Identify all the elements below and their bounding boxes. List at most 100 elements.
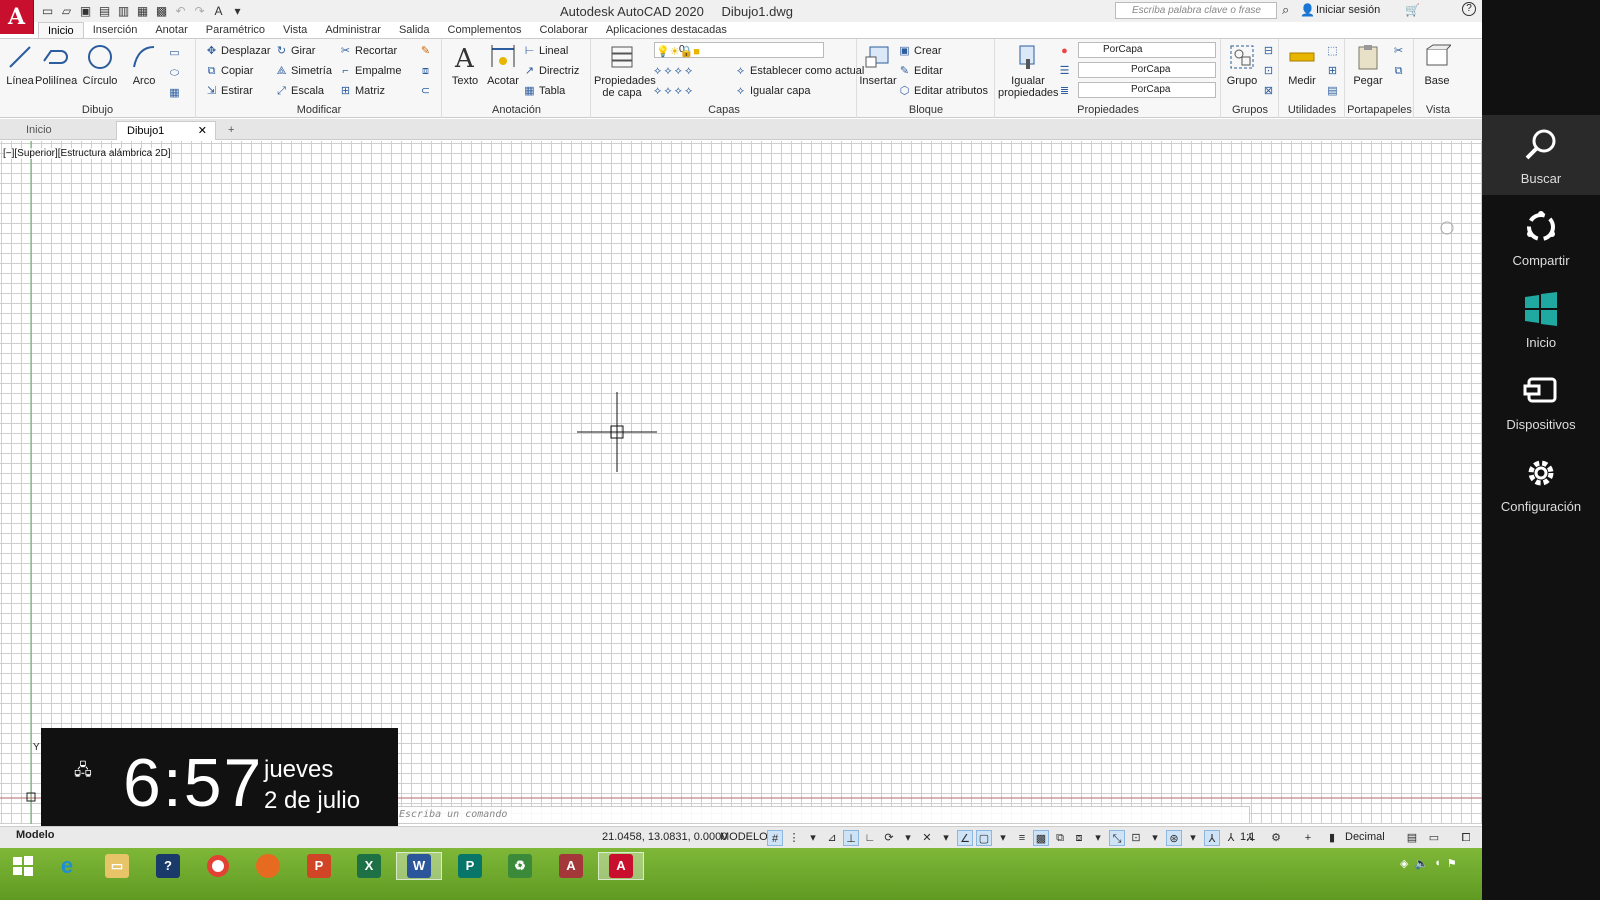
rectangle-tool[interactable]: ▭: [168, 45, 181, 61]
match-properties-button[interactable]: Igualarpropiedades: [998, 43, 1058, 99]
tab-anotar[interactable]: Anotar: [146, 22, 196, 39]
login-button[interactable]: Iniciar sesión: [1316, 4, 1380, 16]
line-button[interactable]: Línea: [0, 43, 40, 87]
arc-button[interactable]: Arco: [124, 43, 164, 87]
taskbar-excel[interactable]: X: [346, 852, 392, 880]
new-file-icon[interactable]: ▭: [40, 4, 55, 19]
dropdown-icon-2[interactable]: ▾: [900, 830, 916, 846]
dropdown-icon-4[interactable]: ▾: [995, 830, 1011, 846]
ortho-mode-icon[interactable]: ∟: [862, 830, 878, 846]
dynamic-input-icon[interactable]: ⊥: [843, 830, 859, 846]
taskbar-ie[interactable]: e: [44, 852, 90, 880]
web-mobile-save-icon[interactable]: ▦: [135, 4, 150, 19]
start-button[interactable]: [0, 852, 46, 880]
plot-icon[interactable]: ▩: [154, 4, 169, 19]
group-select-icon[interactable]: ⊠: [1262, 83, 1275, 99]
open-file-icon[interactable]: ▱: [59, 4, 74, 19]
volume-icon[interactable]: ◖: [1434, 857, 1441, 870]
save-as-icon[interactable]: ▤: [97, 4, 112, 19]
move-button[interactable]: ✥Desplazar: [205, 43, 271, 59]
taskbar-autocad[interactable]: A: [598, 852, 644, 880]
taskbar-access[interactable]: A: [548, 852, 594, 880]
layer-tools-row1[interactable]: ⟡ ⟡ ⟡ ⟡: [654, 63, 692, 79]
charm-inicio[interactable]: Inicio: [1482, 279, 1600, 359]
object-snap-icon[interactable]: ▢: [976, 830, 992, 846]
taskbar-word[interactable]: W: [396, 852, 442, 880]
taskbar-powerpoint[interactable]: P: [296, 852, 342, 880]
command-line-input[interactable]: Escriba un comando: [380, 806, 1250, 824]
tab-complementos[interactable]: Complementos: [439, 22, 531, 39]
cut-icon[interactable]: ✂: [1392, 43, 1405, 59]
edit-block-button[interactable]: ✎Editar: [898, 63, 943, 79]
panel-title-anotacion[interactable]: Anotación: [443, 104, 590, 116]
dropdown-icon-5[interactable]: ▾: [1090, 830, 1106, 846]
dropdown-icon-3[interactable]: ▾: [938, 830, 954, 846]
dropdown-icon-6[interactable]: ▾: [1147, 830, 1163, 846]
erase-button[interactable]: ✎: [419, 43, 432, 59]
measure-button[interactable]: Medir: [1282, 43, 1322, 87]
copy-clip-icon[interactable]: ⧉: [1392, 63, 1405, 79]
charm-buscar[interactable]: Buscar: [1482, 115, 1600, 195]
scale-button[interactable]: ⤢Escala: [275, 83, 324, 99]
dynamic-ucs-icon[interactable]: ⤡: [1109, 830, 1125, 846]
gizmo-icon[interactable]: ⊛: [1166, 830, 1182, 846]
array-button[interactable]: ⊞Matriz: [339, 83, 385, 99]
workspace-gear-icon[interactable]: ⚙: [1268, 830, 1284, 846]
linear-dim-button[interactable]: ⊢Lineal: [523, 43, 568, 59]
taskbar-firefox[interactable]: [245, 852, 291, 880]
charm-configuracion[interactable]: Configuración: [1482, 443, 1600, 523]
object-snap-tracking-icon[interactable]: ∠: [957, 830, 973, 846]
grid-toggle-icon[interactable]: #: [767, 830, 783, 846]
trim-button[interactable]: ✂Recortar: [339, 43, 397, 59]
layer-tools-row2[interactable]: ⟡ ⟡ ⟡ ⟡: [654, 83, 692, 99]
explode-button[interactable]: ⧈: [419, 63, 432, 79]
match-layer-button[interactable]: ⟡Igualar capa: [734, 83, 811, 99]
tab-inicio[interactable]: Inicio: [38, 22, 84, 39]
panel-title-bloque[interactable]: Bloque: [858, 104, 994, 116]
taskbar-publisher[interactable]: P: [447, 852, 493, 880]
panel-title-vista[interactable]: Vista: [1415, 104, 1461, 116]
annotation-visibility-icon[interactable]: ⅄: [1204, 830, 1220, 846]
rotate-button[interactable]: ↻Girar: [275, 43, 315, 59]
polyline-button[interactable]: Polilínea: [35, 43, 75, 87]
panel-title-grupos[interactable]: Grupos: [1222, 104, 1278, 116]
offset-button[interactable]: ⊂: [419, 83, 432, 99]
file-tab-inicio[interactable]: Inicio: [16, 121, 114, 140]
charm-dispositivos[interactable]: Dispositivos: [1482, 361, 1600, 441]
taskbar-recycle[interactable]: ♻: [497, 852, 543, 880]
tab-insercion[interactable]: Inserción: [84, 22, 147, 39]
polar-tracking-icon[interactable]: ⟳: [881, 830, 897, 846]
edit-attributes-button[interactable]: ⬡Editar atributos: [898, 83, 988, 99]
create-block-button[interactable]: ▣Crear: [898, 43, 942, 59]
lock-ui-icon[interactable]: ▭: [1426, 830, 1442, 846]
select-all-icon[interactable]: ⊞: [1326, 63, 1339, 79]
quick-select-icon[interactable]: ⬚: [1326, 43, 1339, 59]
dropdown-icon-7[interactable]: ▾: [1185, 830, 1201, 846]
undo-icon[interactable]: ↶: [173, 4, 188, 19]
isolate-objects-icon[interactable]: ⧠: [1458, 830, 1474, 846]
transparency-icon[interactable]: ▩: [1033, 830, 1049, 846]
circle-button[interactable]: Círculo: [80, 43, 120, 87]
set-current-layer-button[interactable]: ⟡Establecer como actual: [734, 63, 864, 79]
selection-cycling-icon[interactable]: ⧉: [1052, 830, 1068, 846]
panel-title-portapapeles[interactable]: Portapapeles: [1346, 104, 1413, 116]
charm-compartir[interactable]: Compartir: [1482, 197, 1600, 277]
shield-icon[interactable]: ◈: [1400, 857, 1408, 870]
infer-constraints-icon[interactable]: ⊿: [824, 830, 840, 846]
taskbar-chrome[interactable]: [195, 852, 241, 880]
tab-administrar[interactable]: Administrar: [316, 22, 390, 39]
snap-mode-icon[interactable]: ⋮: [786, 830, 802, 846]
fillet-button[interactable]: ⌐Empalme: [339, 63, 401, 79]
paste-button[interactable]: Pegar: [1348, 43, 1388, 87]
ungroup-icon[interactable]: ⊟: [1262, 43, 1275, 59]
workspace-icon[interactable]: A: [211, 4, 226, 19]
application-menu-button[interactable]: A: [0, 0, 34, 34]
drawing-canvas[interactable]: [0, 141, 1482, 824]
file-tab-dibujo1[interactable]: Dibujo1 ✕: [116, 121, 216, 140]
group-edit-icon[interactable]: ⊡: [1262, 63, 1275, 79]
auto-scale-icon[interactable]: ⅄: [1223, 830, 1239, 846]
panel-title-capas[interactable]: Capas: [592, 104, 856, 116]
save-icon[interactable]: ▣: [78, 4, 93, 19]
text-button[interactable]: A Texto: [445, 43, 485, 87]
taskbar-help[interactable]: ?: [145, 852, 191, 880]
